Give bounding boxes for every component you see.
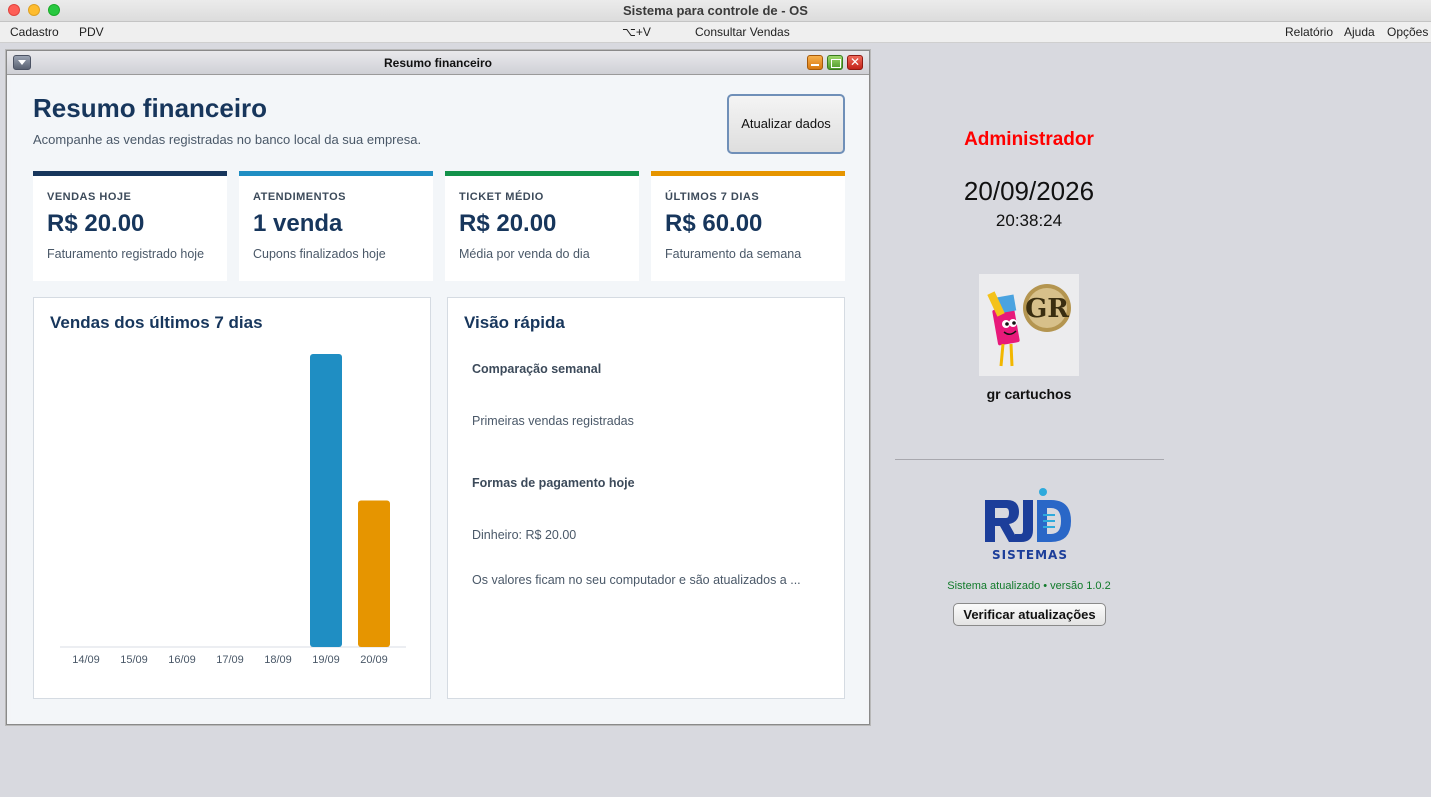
x-tick-label: 19/09 [312, 654, 340, 666]
menu-cadastro[interactable]: Cadastro [10, 25, 59, 39]
card-value: 1 venda [253, 210, 343, 237]
menu-consultar-vendas[interactable]: Consultar Vendas [695, 25, 790, 39]
page-title: Resumo financeiro [33, 93, 268, 123]
menu-relatorio[interactable]: Relatório [1285, 25, 1333, 39]
card-value: R$ 60.00 [665, 210, 763, 237]
card-description: Cupons finalizados hoje [253, 247, 386, 261]
card-last-7-days: ÚLTIMOS 7 DIAS R$ 60.00 Faturamento da s… [651, 171, 845, 281]
frame-title-bar[interactable]: Resumo financeiro ✕ [7, 51, 869, 75]
refresh-data-button[interactable]: Atualizar dados [727, 94, 845, 154]
menu-pdv[interactable]: PDV [79, 25, 104, 39]
menu-bar: Cadastro PDV ⌥+V Consultar Vendas Relató… [0, 22, 1431, 43]
current-date: 20/09/2026 [963, 176, 1095, 206]
menu-ajuda[interactable]: Ajuda [1344, 25, 1375, 39]
update-status: Sistema atualizado • versão 1.0.2 [947, 580, 1111, 592]
financial-summary-frame: Resumo financeiro ✕ Resumo financeiro Ac… [6, 50, 870, 725]
x-tick-label: 16/09 [168, 654, 196, 666]
sales-bar-chart: 14/09 15/09 16/09 17/09 18/09 19/09 20/09 [60, 354, 406, 666]
card-value: R$ 20.00 [459, 210, 557, 237]
current-time: 20:38:24 [995, 211, 1063, 230]
x-tick-label: 15/09 [120, 654, 148, 666]
frame-close-button[interactable]: ✕ [847, 55, 863, 70]
x-tick-label: 17/09 [216, 654, 244, 666]
sales-chart-panel: Vendas dos últimos 7 dias 14/09 15/09 16/0… [33, 297, 431, 699]
payment-methods-label: Formas de pagamento hoje [472, 476, 635, 490]
weekly-comparison-text: Primeiras vendas registradas [472, 414, 634, 428]
x-tick-label: 20/09 [360, 654, 388, 666]
window-title: Sistema para controle de - OS [623, 3, 808, 18]
x-tick-label: 18/09 [264, 654, 292, 666]
card-attendances: ATENDIMENTOS 1 venda Cupons finalizados … [239, 171, 433, 281]
user-role: Administrador [964, 129, 1094, 150]
vendor-logo: SISTEMAS [979, 486, 1081, 564]
bar-19-09 [310, 354, 342, 647]
card-average-ticket: TICKET MÉDIO R$ 20.00 Média por venda do… [445, 171, 639, 281]
card-label: ATENDIMENTOS [253, 191, 346, 203]
frame-content: Resumo financeiro Acompanhe as vendas re… [11, 77, 865, 721]
vendor-logo-text: SISTEMAS [992, 548, 1068, 562]
menu-opcoes[interactable]: Opções [1387, 25, 1428, 39]
quick-view-panel: Visão rápida Comparação semanal Primeira… [447, 297, 845, 699]
weekly-comparison-label: Comparação semanal [472, 362, 602, 376]
company-logo: GR [979, 274, 1079, 376]
frame-minimize-button[interactable] [807, 55, 823, 70]
card-label: VENDAS HOJE [47, 191, 132, 203]
storage-note: Os valores ficam no seu computador e são… [472, 573, 801, 587]
check-updates-button[interactable]: Verificar atualizações [953, 603, 1106, 626]
card-label: TICKET MÉDIO [459, 191, 544, 203]
card-description: Faturamento registrado hoje [47, 247, 205, 261]
page-subtitle: Acompanhe as vendas registradas no banco… [33, 132, 422, 147]
card-description: Média por venda do dia [459, 247, 590, 261]
os-title-bar: Sistema para controle de - OS [0, 0, 1431, 22]
company-name: gr cartuchos [986, 386, 1072, 402]
side-divider [895, 459, 1164, 460]
card-description: Faturamento da semana [665, 247, 802, 261]
card-sales-today: VENDAS HOJE R$ 20.00 Faturamento registr… [33, 171, 227, 281]
payment-methods-text: Dinheiro: R$ 20.00 [472, 528, 577, 542]
card-label: ÚLTIMOS 7 DIAS [665, 191, 760, 203]
bar-20-09 [358, 500, 390, 647]
card-value: R$ 20.00 [47, 210, 145, 237]
x-tick-label: 14/09 [72, 654, 100, 666]
menu-shortcut[interactable]: ⌥+V [622, 25, 651, 39]
svg-text:GR: GR [1025, 294, 1069, 324]
frame-title: Resumo financeiro [383, 56, 493, 70]
quick-view-title: Visão rápida [464, 313, 565, 332]
frame-maximize-button[interactable] [827, 55, 843, 70]
